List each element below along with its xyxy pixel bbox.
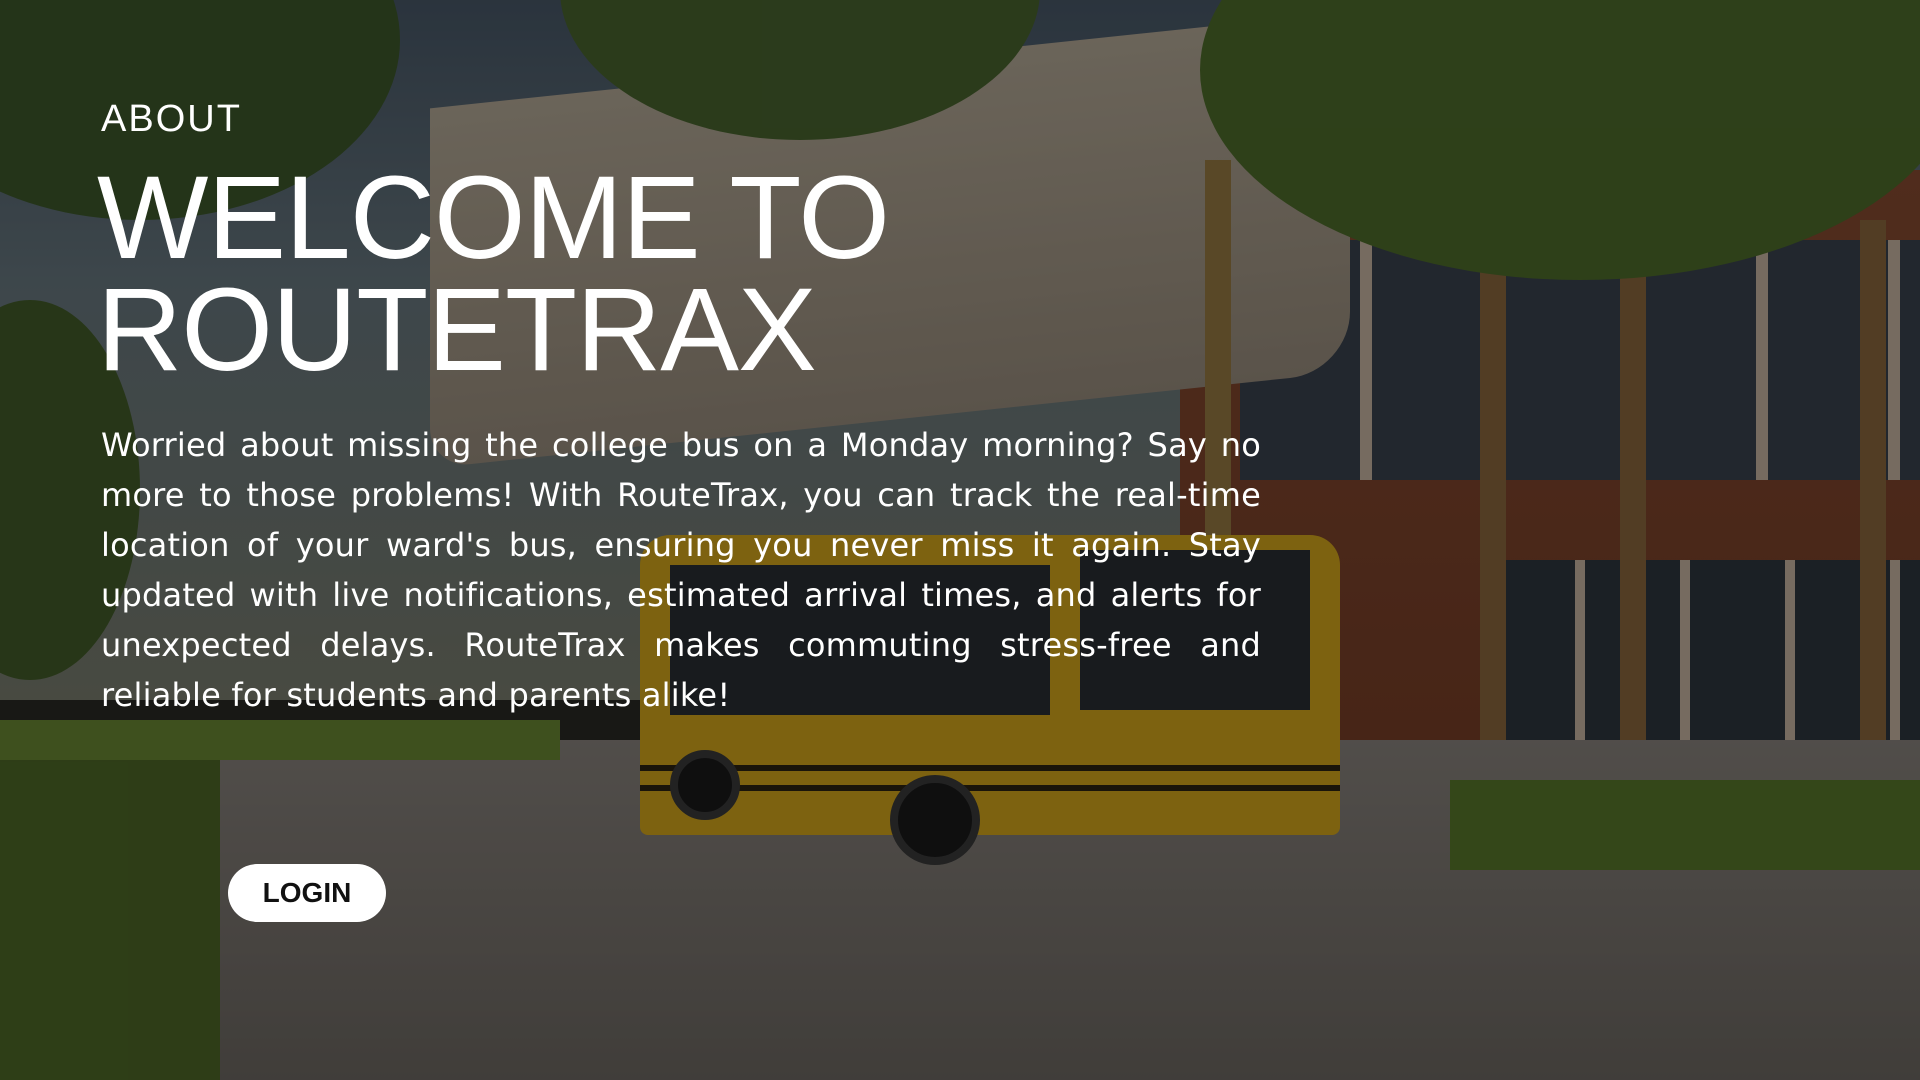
section-label: ABOUT	[101, 98, 242, 140]
login-button[interactable]: LOGIN	[228, 864, 386, 922]
headline-line-1: WELCOME TO	[97, 152, 890, 284]
headline-line-2: ROUTETRAX	[97, 264, 817, 396]
about-description: Worried about missing the college bus on…	[101, 426, 1261, 714]
page-title: WELCOME TO ROUTETRAX	[97, 152, 1097, 396]
